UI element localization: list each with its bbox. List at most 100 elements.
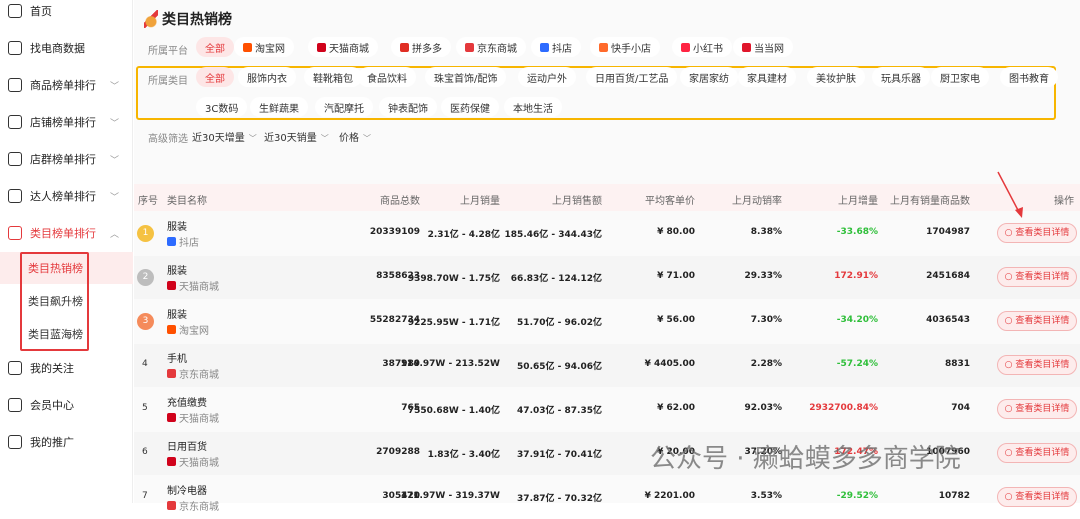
- column-header-9[interactable]: 操作: [1054, 192, 1074, 207]
- sidebar-item-5[interactable]: 达人榜单排行 ﹀: [0, 181, 133, 211]
- platform-chip-8[interactable]: 当当网: [733, 37, 793, 57]
- platform-logo-icon: [400, 42, 409, 52]
- sidebar-item-0[interactable]: 首页: [0, 0, 133, 26]
- column-header-8[interactable]: 上月有销量商品数: [890, 192, 970, 207]
- sidebar-bottom-item-1[interactable]: 会员中心: [0, 390, 133, 420]
- category-chip-12[interactable]: 图书教育: [1000, 67, 1058, 87]
- category-name[interactable]: 服装: [167, 262, 187, 277]
- category-chip-1[interactable]: 服饰内衣: [238, 67, 296, 87]
- platform-chip-1[interactable]: 淘宝网: [234, 37, 294, 57]
- category-chip-7[interactable]: 家居家纺: [680, 67, 738, 87]
- advanced-filter-0[interactable]: 近30天增量 ﹀: [192, 129, 257, 144]
- advanced-filter-label: 近30天销量: [264, 133, 317, 144]
- category-chip-17[interactable]: 医药保健: [441, 97, 499, 117]
- rank-number: 6: [142, 447, 148, 457]
- menu-icon: [8, 152, 22, 166]
- category-name[interactable]: 日用百货: [167, 438, 207, 453]
- view-category-detail-button[interactable]: ○ 查看类目详情: [997, 223, 1077, 243]
- sidebar-bottom-item-2[interactable]: 我的推广: [0, 427, 133, 457]
- platform-chip-3[interactable]: 拼多多: [391, 37, 451, 57]
- cell-sales: 171.97W - 319.37W: [400, 491, 500, 501]
- column-header-6[interactable]: 上月动销率: [732, 192, 782, 207]
- platform-chip-7[interactable]: 小红书: [672, 37, 732, 57]
- chevron-down-icon: ﹀: [109, 118, 119, 129]
- cell-sold: 10782: [938, 491, 970, 501]
- category-chip-15[interactable]: 汽配摩托: [315, 97, 373, 117]
- view-category-detail-button[interactable]: ○ 查看类目详情: [997, 311, 1077, 331]
- platform: 淘宝网: [167, 322, 209, 337]
- platform-chip-label: 天猫商城: [329, 43, 369, 55]
- medal-icon: [144, 10, 158, 28]
- rank-number: 7: [142, 491, 148, 501]
- platform-chip-label: 小红书: [693, 43, 723, 55]
- sidebar-item-4[interactable]: 店群榜单排行 ﹀: [0, 144, 133, 174]
- submenu-highlight-box: [20, 252, 89, 351]
- column-header-3[interactable]: 上月销量: [460, 192, 500, 207]
- platform-chip-2[interactable]: 天猫商城: [308, 37, 378, 57]
- category-chip-0[interactable]: 全部: [196, 67, 234, 87]
- platform-chip-5[interactable]: 抖店: [531, 37, 581, 57]
- category-chip-2[interactable]: 鞋靴箱包: [304, 67, 362, 87]
- category-chip-18[interactable]: 本地生活: [504, 97, 562, 117]
- category-chip-11[interactable]: 厨卫家电: [931, 67, 989, 87]
- cell-growth: 172.91%: [834, 271, 878, 281]
- search-icon: ○: [1004, 448, 1016, 458]
- cell-total: 2709288: [376, 447, 420, 457]
- category-name[interactable]: 制冷电器: [167, 482, 207, 497]
- category-chip-9[interactable]: 美妆护肤: [807, 67, 865, 87]
- rank-badge: 2: [137, 269, 154, 286]
- cell-growth: 2932700.84%: [809, 403, 878, 413]
- platform-name: 天猫商城: [179, 458, 219, 469]
- platform: 京东商城: [167, 498, 219, 513]
- sidebar-item-3[interactable]: 店铺榜单排行 ﹀: [0, 107, 133, 137]
- cell-rate: 37.20%: [744, 447, 783, 457]
- view-category-detail-button[interactable]: ○ 查看类目详情: [997, 355, 1077, 375]
- platform-chip-4[interactable]: 京东商城: [456, 37, 526, 57]
- category-chip-13[interactable]: 3C数码: [196, 97, 248, 117]
- chevron-down-icon: ﹀: [109, 155, 119, 166]
- sidebar-item-1[interactable]: 找电商数据: [0, 33, 133, 63]
- category-chip-6[interactable]: 日用百货/工艺品: [586, 67, 678, 87]
- category-chip-14[interactable]: 生鲜蔬果: [250, 97, 308, 117]
- column-header-7[interactable]: 上月增量: [838, 192, 878, 207]
- advanced-filter-label: 近30天增量: [192, 133, 245, 144]
- platform-chip-0[interactable]: 全部: [196, 37, 234, 57]
- column-header-5[interactable]: 平均客单价: [645, 192, 695, 207]
- category-chip-16[interactable]: 钟表配饰: [379, 97, 437, 117]
- menu-icon: [8, 398, 22, 412]
- column-header-4[interactable]: 上月销售额: [552, 192, 602, 207]
- column-header-2[interactable]: 商品总数: [380, 192, 420, 207]
- cell-growth: -33.68%: [836, 227, 878, 237]
- platform-chip-6[interactable]: 快手小店: [590, 37, 660, 57]
- category-name[interactable]: 手机: [167, 350, 187, 365]
- view-category-detail-button[interactable]: ○ 查看类目详情: [997, 487, 1077, 507]
- view-category-detail-button[interactable]: ○ 查看类目详情: [997, 399, 1077, 419]
- category-name[interactable]: 充值缴费: [167, 394, 207, 409]
- view-category-detail-button[interactable]: ○ 查看类目详情: [997, 267, 1077, 287]
- advanced-filter-1[interactable]: 近30天销量 ﹀: [264, 129, 329, 144]
- cell-growth: -29.52%: [836, 491, 878, 501]
- category-name[interactable]: 服装: [167, 218, 187, 233]
- chevron-down-icon: ﹀: [320, 134, 329, 143]
- column-header-0[interactable]: 序号: [138, 192, 158, 207]
- category-chip-10[interactable]: 玩具乐器: [872, 67, 930, 87]
- category-chip-3[interactable]: 食品饮料: [358, 67, 416, 87]
- cell-sold: 1704987: [926, 227, 970, 237]
- cell-revenue: 185.46亿 - 344.43亿: [504, 230, 602, 240]
- table-row: 6 日用百货 天猫商城 2709288 1.83亿 - 3.40亿 37.91亿 - 70…: [134, 432, 1080, 475]
- sidebar-item-label: 类目榜单排行: [30, 227, 96, 240]
- sidebar-bottom-item-0[interactable]: 我的关注: [0, 353, 133, 383]
- table-header: 序号 类目名称 商品总数 上月销量 上月销售额 平均客单价 上月动销率 上月增量 上月有销量商品…: [134, 184, 1080, 211]
- platform-logo-icon: [317, 42, 326, 52]
- column-header-1[interactable]: 类目名称: [167, 192, 207, 207]
- category-chip-4[interactable]: 珠宝首饰/配饰: [425, 67, 507, 87]
- sidebar-item-6[interactable]: 类目榜单排行 ︿: [0, 218, 133, 248]
- cell-sold: 4036543: [926, 315, 970, 325]
- category-chip-8[interactable]: 家具建材: [738, 67, 796, 87]
- cell-rate: 92.03%: [744, 403, 783, 413]
- view-category-detail-button[interactable]: ○ 查看类目详情: [997, 443, 1077, 463]
- advanced-filter-2[interactable]: 价格 ﹀: [339, 129, 371, 144]
- category-name[interactable]: 服装: [167, 306, 187, 321]
- category-chip-5[interactable]: 运动户外: [518, 67, 576, 87]
- sidebar-item-2[interactable]: 商品榜单排行 ﹀: [0, 70, 133, 100]
